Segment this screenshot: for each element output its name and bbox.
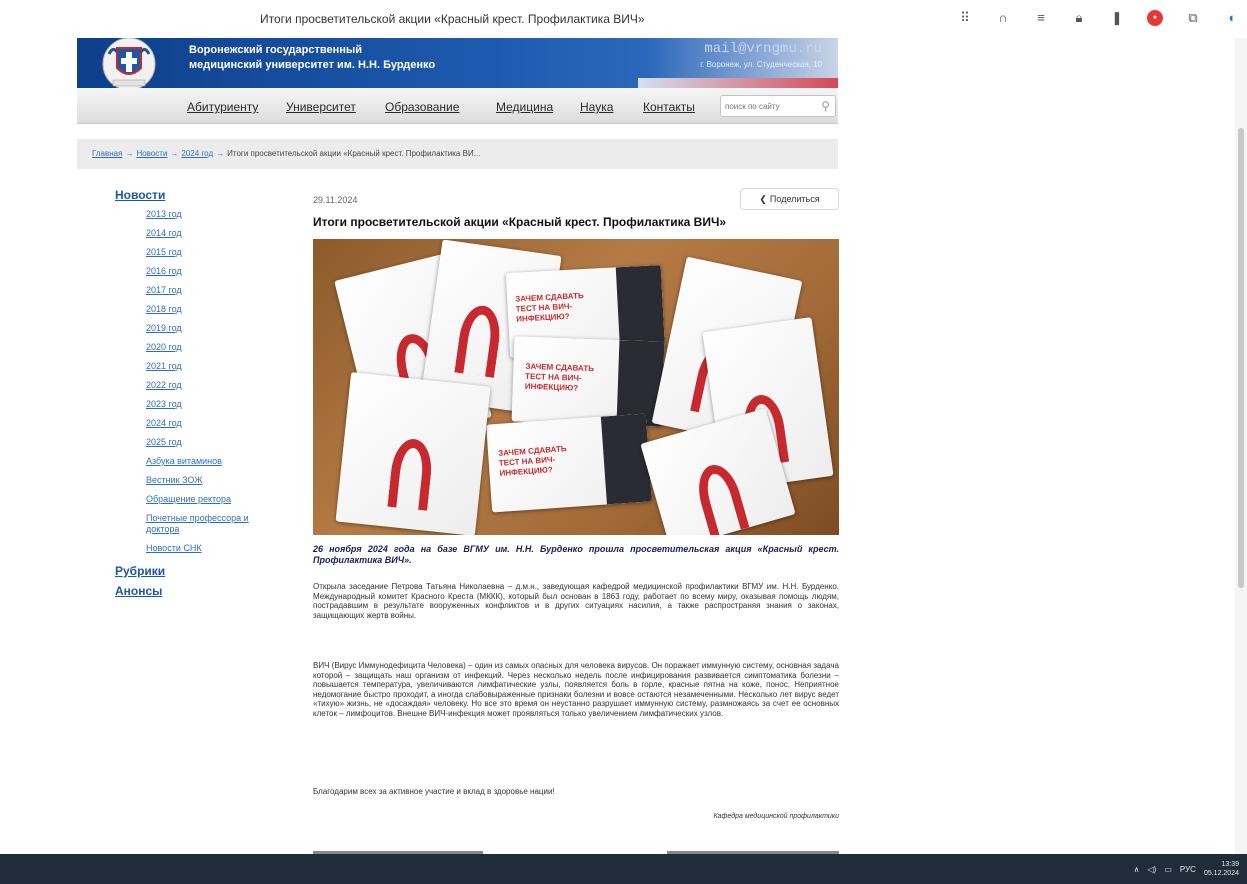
university-logo[interactable] [99, 38, 159, 88]
nav-item-education[interactable]: Образование [385, 100, 459, 114]
search-box: ⚲ [720, 95, 836, 117]
share-label: Поделиться [769, 194, 820, 204]
breadcrumb-separator: → [216, 149, 225, 158]
sidebar-year-link[interactable]: 2020 год [146, 338, 285, 357]
sidebar: Новости 2013 год 2014 год 2015 год 2016 … [115, 188, 285, 598]
network-icon[interactable]: ▭ [1164, 865, 1172, 874]
browser-tab-bar: Итоги просветительской акции «Красный кр… [0, 0, 1247, 38]
sidebar-rubrics-link[interactable]: Рубрики [115, 564, 285, 578]
sidebar-year-link[interactable]: 2018 год [146, 300, 285, 319]
breadcrumb-year[interactable]: 2024 год [181, 149, 213, 158]
nav-item-university[interactable]: Университет [286, 100, 356, 114]
photo-card [335, 372, 491, 535]
article-paragraph: ВИЧ (Вирус Иммунодефицита Человека) – од… [313, 661, 839, 718]
sidebar-year-link[interactable]: 2015 год [146, 243, 285, 262]
clock-time: 13:39 [1221, 861, 1239, 868]
sidebar-year-link[interactable]: 2014 год [146, 224, 285, 243]
article-title: Итоги просветительской акции «Красный кр… [313, 215, 727, 229]
breadcrumb: Главная → Новости → 2024 год → Итоги просветит… [77, 139, 838, 169]
article-date: 29.11.2024 [313, 195, 358, 205]
nav-item-contacts[interactable]: Контакты [643, 100, 695, 114]
nav-item-applicants[interactable]: Абитуриенту [187, 100, 258, 114]
extension-icon[interactable]: ● [1147, 10, 1163, 26]
sidebar-news-link[interactable]: Новости [115, 188, 285, 202]
article-lead: 26 ноября 2024 года на базе ВГМУ им. Н.Н… [313, 544, 839, 565]
search-icon[interactable]: ⚲ [821, 99, 830, 113]
sidebar-snk-news-link[interactable]: Новости СНК [146, 543, 256, 554]
search-input[interactable] [725, 100, 811, 113]
header-email[interactable]: mail@vrngmu.ru [704, 41, 822, 57]
language-indicator[interactable]: РУС [1180, 865, 1196, 874]
header-address: г. Воронеж, ул. Студенческая, 10 [700, 60, 822, 69]
headphones-icon[interactable]: ∩ [995, 10, 1011, 26]
profile-icon[interactable]: ◖ [1223, 10, 1239, 26]
university-name-line2: медицинский университет им. Н.Н. Бурденк… [189, 59, 436, 71]
sidebar-year-link[interactable]: 2016 год [146, 262, 285, 281]
breadcrumb-current: Итоги просветительской акции «Красный кр… [227, 149, 481, 158]
sidebar-year-link[interactable]: 2023 год [146, 395, 285, 414]
university-name-line1: Воронежский государственный [189, 44, 363, 56]
article-signature: Кафедра медицинской профилактики [713, 813, 839, 820]
lock-icon[interactable]: 🔒︎ [1071, 10, 1087, 26]
university-name: Воронежский государственный медицинский … [189, 43, 435, 73]
photo-card-text: ЗАЧЕМ СДАВАТЬ ТЕСТ НА ВИЧ-ИНФЕКЦИЮ? [524, 361, 595, 393]
windows-taskbar: ∧ ◁) ▭ РУС 13:39 05.12.2024 [0, 854, 1247, 884]
sidebar-announces-link[interactable]: Анонсы [115, 584, 285, 598]
grid-icon[interactable]: ⠿ [957, 10, 973, 26]
sidebar-vitamins-link[interactable]: Азбука витаминов [146, 456, 256, 467]
sidebar-year-link[interactable]: 2022 год [146, 376, 285, 395]
system-tray: ∧ ◁) ▭ РУС 13:39 05.12.2024 [1134, 860, 1239, 878]
article-paragraph: Благодарим всех за активное участие и вк… [313, 787, 555, 796]
sidebar-honorary-professors-link[interactable]: Почетные профессора и доктора [146, 513, 256, 535]
clock[interactable]: 13:39 05.12.2024 [1204, 860, 1239, 878]
breadcrumb-news[interactable]: Новости [136, 149, 167, 158]
sidebar-rector-address-link[interactable]: Обращение ректора [146, 494, 256, 505]
browser-toolbar: ⠿ ∩ ≡ 🔒︎ ❚ ● ⧉ ◖ [957, 10, 1239, 26]
sidebar-year-link[interactable]: 2021 год [146, 357, 285, 376]
scrollbar-thumb[interactable] [1238, 128, 1244, 588]
sidebar-health-herald-link[interactable]: Вестник ЗОЖ [146, 475, 256, 486]
share-button[interactable]: ❮ Поделиться [740, 188, 839, 210]
photo-card-text: ЗАЧЕМ СДАВАТЬ ТЕСТ НА ВИЧ-ИНФЕКЦИЮ? [515, 291, 584, 324]
photo-card: ЗАЧЕМ СДАВАТЬ ТЕСТ НА ВИЧ-ИНФЕКЦИЮ? [486, 413, 652, 513]
breadcrumb-separator: → [170, 149, 179, 158]
article-paragraph: Открыла заседание Петрова Татьяна Никола… [313, 582, 839, 620]
article-photo[interactable]: ЗАЧЕМ СДАВАТЬ ТЕСТ НА ВИЧ-ИНФЕКЦИЮ? ЗАЧЕ… [313, 239, 839, 535]
tab-icon[interactable]: ⧉ [1185, 10, 1201, 26]
sidebar-year-link[interactable]: 2013 год [146, 205, 285, 224]
header-flag-stripe [638, 78, 838, 88]
sidebar-year-link[interactable]: 2019 год [146, 319, 285, 338]
photo-card-text: ЗАЧЕМ СДАВАТЬ ТЕСТ НА ВИЧ-ИНФЕКЦИЮ? [497, 444, 567, 478]
breadcrumb-home[interactable]: Главная [92, 149, 122, 158]
bookmark-icon[interactable]: ❚ [1109, 10, 1125, 26]
site-header: Воронежский государственный медицинский … [77, 38, 838, 88]
chevron-up-icon[interactable]: ∧ [1134, 865, 1140, 874]
sidebar-year-link[interactable]: 2025 год [146, 433, 285, 452]
speaker-icon[interactable]: ◁) [1148, 865, 1157, 874]
clock-date: 05.12.2024 [1203, 870, 1239, 877]
main-nav: Абитуриенту Университет Образование Меди… [77, 88, 838, 124]
share-icon: ❮ [759, 194, 767, 204]
nav-item-science[interactable]: Наука [580, 100, 613, 114]
page-scrollbar[interactable] [1235, 38, 1247, 854]
breadcrumb-separator: → [125, 149, 134, 158]
sidebar-year-link[interactable]: 2017 год [146, 281, 285, 300]
nav-item-medicine[interactable]: Медицина [496, 100, 553, 114]
sidebar-year-link[interactable]: 2024 год [146, 414, 285, 433]
reader-icon[interactable]: ≡ [1033, 10, 1049, 26]
browser-page-title: Итоги просветительской акции «Красный кр… [260, 12, 645, 26]
